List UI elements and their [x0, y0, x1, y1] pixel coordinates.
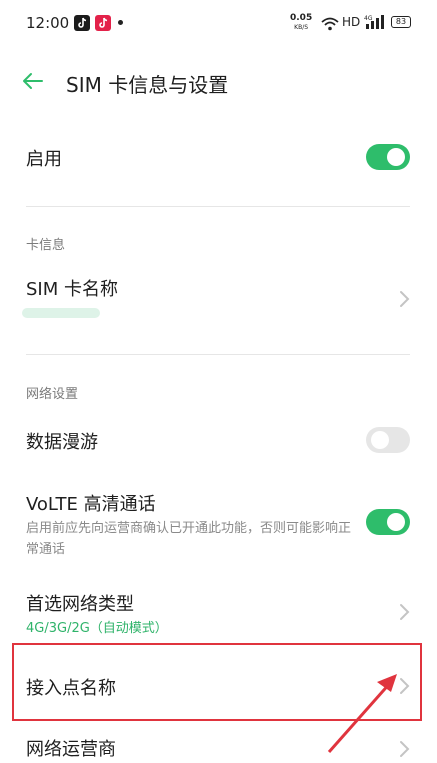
divider	[26, 354, 410, 355]
preferred-network-label: 首选网络类型	[26, 594, 134, 615]
preferred-network-value: 4G/3G/2G（自动模式）	[26, 621, 168, 636]
tiktok-lite-icon	[95, 15, 111, 31]
volte-toggle[interactable]	[366, 509, 410, 535]
hd-voice-indicator: HD	[342, 15, 361, 29]
enable-toggle[interactable]	[366, 144, 410, 170]
enable-label: 启用	[26, 149, 62, 170]
status-time: 12:00	[26, 14, 70, 32]
sim-name-value-redacted	[22, 308, 100, 318]
annotation-arrow-icon	[325, 668, 405, 759]
network-speed-unit: KB/S	[294, 24, 309, 31]
battery-icon: 83	[391, 16, 411, 28]
page-title: SIM 卡信息与设置	[66, 73, 229, 97]
tiktok-icon	[74, 15, 90, 31]
volte-description: 启用前应先向运营商确认已开通此功能，否则可能影响正常通话	[26, 521, 352, 557]
arrow-left-icon	[23, 73, 43, 89]
wifi-icon	[321, 16, 339, 35]
network-speed-value: 0.05	[290, 13, 313, 23]
back-button[interactable]	[22, 72, 44, 94]
divider	[26, 206, 410, 207]
section-network-settings: 网络设置	[26, 387, 79, 402]
chevron-right-icon	[398, 289, 412, 313]
data-roaming-toggle[interactable]	[366, 427, 410, 453]
section-card-info: 卡信息	[26, 238, 66, 253]
carrier-label[interactable]: 网络运营商	[26, 735, 116, 761]
network-speed-indicator: 0.05 KB/S	[290, 14, 312, 32]
preferred-network-row[interactable]: 首选网络类型 4G/3G/2G（自动模式）	[0, 580, 437, 642]
signal-icon: 4G	[364, 14, 386, 34]
chevron-right-icon	[398, 602, 412, 626]
volte-label: VoLTE 高清通话	[26, 494, 156, 515]
sim-name-row[interactable]: SIM 卡名称	[0, 262, 437, 342]
sim-name-label: SIM 卡名称	[26, 279, 118, 300]
svg-text:4G: 4G	[364, 15, 373, 22]
notification-dot-icon	[118, 20, 123, 25]
data-roaming-label: 数据漫游	[26, 432, 98, 453]
